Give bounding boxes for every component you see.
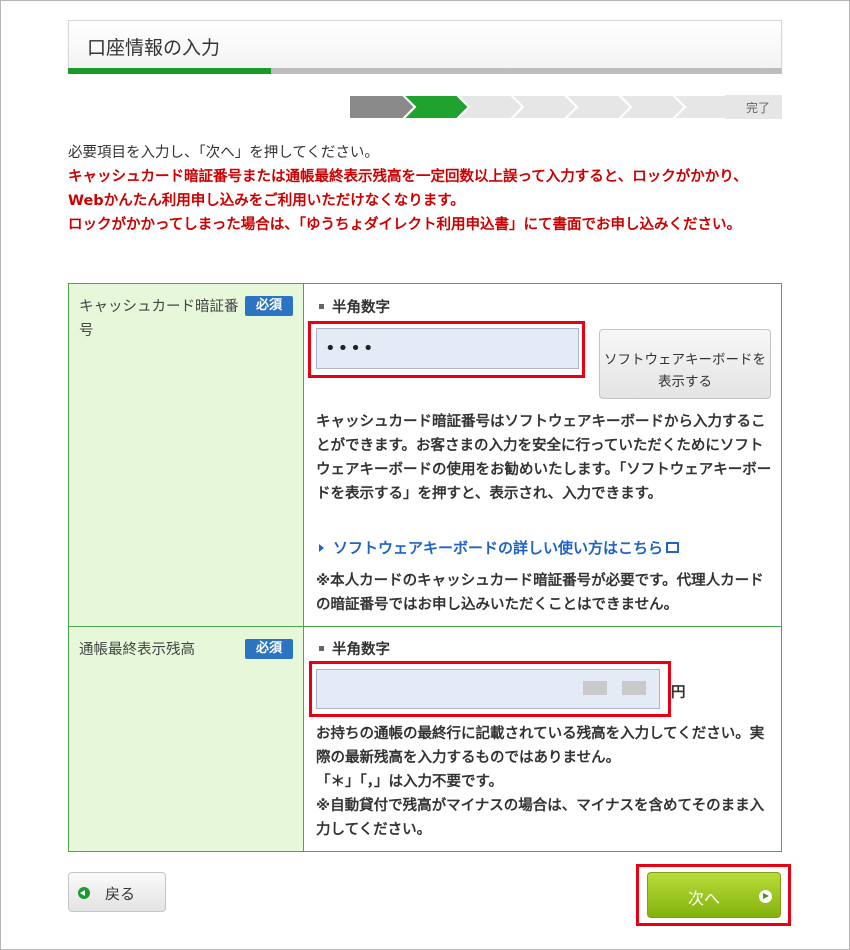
balance-label-cell: 通帳最終表示残高 必須 <box>69 627 304 851</box>
balance-note-negative: ※自動貸付で残高がマイナスの場合は、マイナスを含めてそのまま入力してください。 <box>316 798 765 838</box>
required-badge: 必須 <box>245 296 293 316</box>
back-button-label: 戻る <box>105 885 136 903</box>
balance-format-label: 半角数字 <box>319 638 390 659</box>
bullet-square-icon <box>319 304 324 309</box>
pin-format-label: 半角数字 <box>319 296 390 317</box>
help-link-text: ソフトウェアキーボードの詳しい使い方はこちら <box>333 539 664 557</box>
instructions: 必要項目を入力し、「次へ」を押してください。 キャッシュカード暗証番号または通帳… <box>68 141 782 237</box>
step-final: 完了 <box>725 95 782 119</box>
bullet-square-icon <box>319 646 324 651</box>
arrow-right-icon <box>759 890 772 903</box>
pin-note: ※本人カードのキャッシュカード暗証番号が必要です。代理人カードの暗証番号ではお申… <box>316 573 764 613</box>
pin-content-cell: 半角数字 ソフトウェアキーボードを表示する キャッシュカード暗証番号はソフトウェ… <box>305 284 781 626</box>
triangle-right-icon <box>319 543 324 552</box>
yen-unit-label: 円 <box>671 685 686 701</box>
back-button[interactable]: 戻る <box>68 872 166 912</box>
arrow-left-icon <box>78 887 90 899</box>
balance-label: 通帳最終表示残高 <box>79 642 195 658</box>
balance-description: お持ちの通帳の最終行に記載されている残高を入力してください。実際の最新残高を入力… <box>316 726 765 766</box>
masked-digits <box>622 681 646 695</box>
required-badge: 必須 <box>245 639 293 659</box>
balance-note-symbols: 「＊」「，」は入力不要です。 <box>316 774 504 790</box>
instruction-text: 必要項目を入力し、「次へ」を押してください。 <box>68 145 379 161</box>
pin-label: キャッシュカード暗証番号 <box>79 299 239 339</box>
next-button[interactable]: 次へ <box>647 872 781 918</box>
show-software-keyboard-button[interactable]: ソフトウェアキーボードを表示する <box>599 329 771 399</box>
pin-label-cell: キャッシュカード暗証番号 必須 <box>69 284 304 626</box>
account-form: キャッシュカード暗証番号 必須 半角数字 ソフトウェアキーボードを表示する キャ… <box>68 283 782 852</box>
software-keyboard-help-link[interactable]: ソフトウェアキーボードの詳しい使い方はこちら <box>319 537 680 558</box>
progress-bar <box>68 68 782 74</box>
external-window-icon <box>666 542 680 553</box>
next-button-label: 次へ <box>688 889 721 908</box>
masked-digits <box>583 681 607 695</box>
pin-description: キャッシュカード暗証番号はソフトウェアキーボードから入力することができます。お客… <box>316 414 772 502</box>
page-title: 口座情報の入力 <box>87 37 221 59</box>
balance-format-text: 半角数字 <box>332 642 390 658</box>
balance-row: 通帳最終表示残高 必須 半角数字 円 お持ちの通帳の最終行に記載されている残高を… <box>69 627 781 851</box>
balance-content-cell: 半角数字 円 お持ちの通帳の最終行に記載されている残高を入力してください。実際の… <box>305 627 781 851</box>
pin-input[interactable] <box>316 328 579 369</box>
page-header: 口座情報の入力 <box>68 20 782 68</box>
pin-format-text: 半角数字 <box>332 300 390 316</box>
lock-recovery-text: ロックがかかってしまった場合は、「ゆうちょダイレクト利用申込書」にて書面でお申し… <box>68 217 741 233</box>
progress-bar-fill <box>68 68 272 74</box>
step-final-label: 完了 <box>745 101 770 115</box>
pin-row: キャッシュカード暗証番号 必須 半角数字 ソフトウェアキーボードを表示する キャ… <box>69 284 781 627</box>
step-indicator: 完了 <box>349 95 782 119</box>
lock-warning-text: キャッシュカード暗証番号または通帳最終表示残高を一定回数以上誤って入力すると、ロ… <box>68 169 748 209</box>
balance-input[interactable] <box>316 669 660 709</box>
